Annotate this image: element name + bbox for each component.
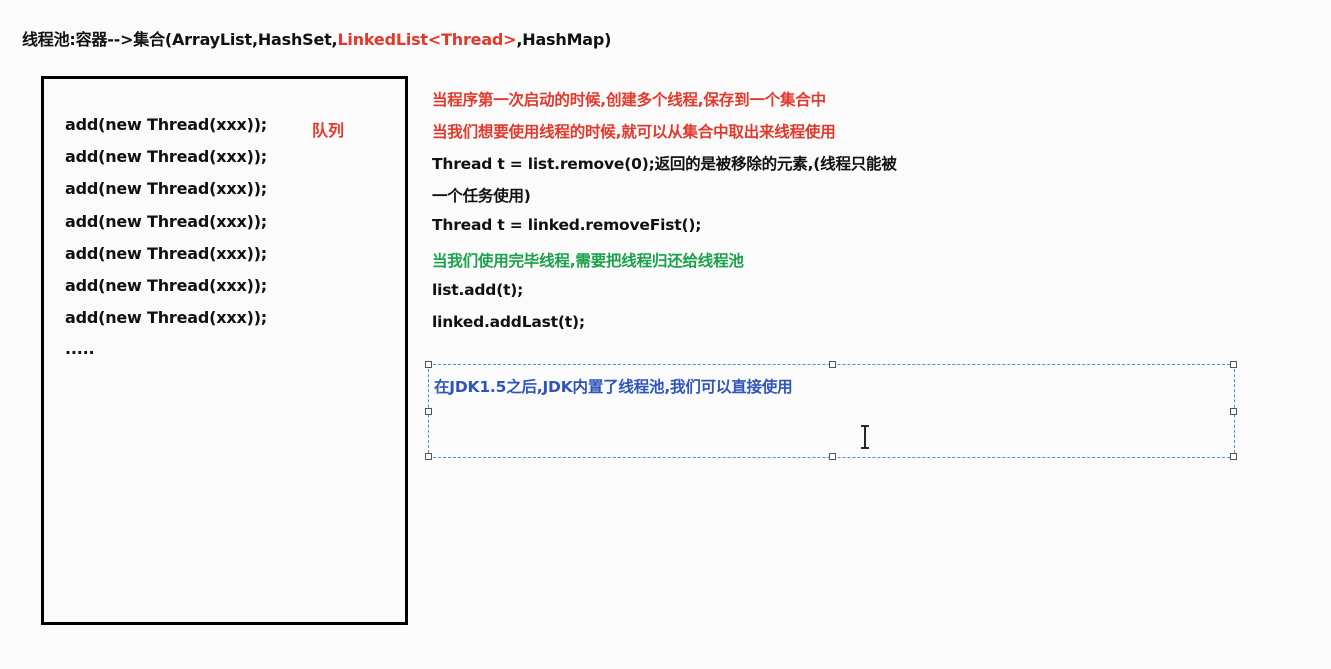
title-highlight: LinkedList<Thread> <box>337 30 517 49</box>
title-suffix: ,HashMap) <box>516 30 612 49</box>
queue-code-line: add(new Thread(xxx)); <box>65 276 268 295</box>
resize-handle-bottom-right[interactable] <box>1230 453 1237 460</box>
note-line: 当我们想要使用线程的时候,就可以从集合中取出来线程使用 <box>432 123 836 141</box>
queue-code-line: add(new Thread(xxx)); <box>65 115 268 134</box>
textbox-text[interactable]: 在JDK1.5之后,JDK内置了线程池,我们可以直接使用 <box>434 375 793 397</box>
queue-ellipsis: ..... <box>65 339 95 358</box>
note-line: 当程序第一次启动的时候,创建多个线程,保存到一个集合中 <box>432 91 826 109</box>
queue-code-line: add(new Thread(xxx)); <box>65 212 268 231</box>
queue-code-line: add(new Thread(xxx)); <box>65 179 268 198</box>
resize-handle-top[interactable] <box>829 361 836 368</box>
selected-textbox[interactable]: 在JDK1.5之后,JDK内置了线程池,我们可以直接使用 <box>425 361 1237 460</box>
text-cursor-icon <box>861 425 869 449</box>
queue-label: 队列 <box>312 121 345 140</box>
resize-handle-top-right[interactable] <box>1230 361 1237 368</box>
slide-canvas: 线程池:容器-->集合(ArrayList,HashSet,LinkedList… <box>0 0 1331 669</box>
title-prefix: 线程池:容器-->集合(ArrayList,HashSet, <box>22 30 338 49</box>
note-line: 一个任务使用) <box>432 187 531 205</box>
queue-box: 队列 add(new Thread(xxx)); add(new Thread(… <box>41 76 408 625</box>
note-line: 当我们使用完毕线程,需要把线程归还给线程池 <box>432 252 744 270</box>
resize-handle-top-left[interactable] <box>425 361 432 368</box>
slide-title: 线程池:容器-->集合(ArrayList,HashSet,LinkedList… <box>22 26 611 50</box>
note-line: list.add(t); <box>432 281 524 299</box>
note-line: linked.addLast(t); <box>432 313 585 331</box>
resize-handle-bottom[interactable] <box>829 453 836 460</box>
note-line: Thread t = list.remove(0);返回的是被移除的元素,(线程… <box>432 155 897 173</box>
resize-handle-left[interactable] <box>425 408 432 415</box>
queue-code-line: add(new Thread(xxx)); <box>65 147 268 166</box>
resize-handle-bottom-left[interactable] <box>425 453 432 460</box>
queue-code-line: add(new Thread(xxx)); <box>65 244 268 263</box>
note-line: Thread t = linked.removeFist(); <box>432 216 702 234</box>
queue-code-line: add(new Thread(xxx)); <box>65 308 268 327</box>
resize-handle-right[interactable] <box>1230 408 1237 415</box>
